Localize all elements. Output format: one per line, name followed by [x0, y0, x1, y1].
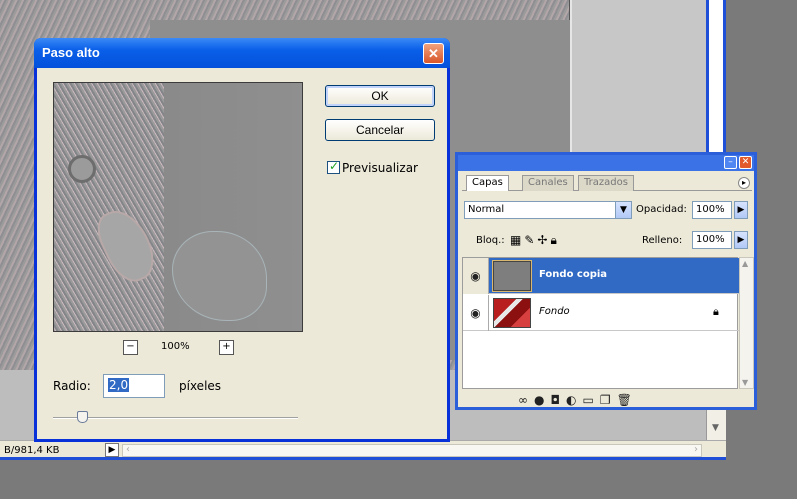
radius-slider-thumb[interactable] [77, 411, 89, 423]
dialog-title: Paso alto [42, 45, 100, 60]
fill-value: 100% [696, 234, 725, 245]
zoom-controls: − 100% + [53, 340, 303, 356]
radius-slider-track[interactable] [53, 417, 298, 419]
close-button[interactable]: ✕ [423, 43, 444, 64]
new-layer-icon[interactable]: ❐ [600, 393, 617, 407]
minimize-icon[interactable]: – [724, 156, 737, 169]
layers-panel: – ✕ Capas Canales Trazados ▸ Normal ▼ Op… [455, 152, 757, 410]
chevron-right-icon[interactable]: ▶ [734, 231, 748, 249]
chevron-right-icon[interactable]: ▶ [734, 201, 748, 219]
scroll-left-icon[interactable]: ‹ [126, 444, 130, 455]
move-icon[interactable]: ✢ [537, 233, 550, 247]
mask-icon[interactable]: ◘ [550, 393, 566, 407]
dialog-titlebar[interactable]: Paso alto ✕ [34, 38, 450, 68]
scroll-right-icon[interactable]: › [694, 444, 698, 455]
radius-value: 2,0 [108, 378, 130, 392]
brush-icon[interactable]: ✎ [524, 233, 537, 247]
panel-menu-icon[interactable]: ▸ [738, 177, 750, 189]
preview-checkbox[interactable]: Previsualizar [327, 159, 418, 175]
layer-thumbnail [493, 298, 531, 328]
scroll-up-icon[interactable]: ▲ [742, 259, 748, 268]
horizontal-scrollbar[interactable]: ‹ › [122, 444, 702, 457]
trash-icon[interactable]: 🗑︎ [617, 393, 638, 407]
document-vertical-scrollbar[interactable]: ▼ [706, 405, 726, 440]
checker-icon[interactable]: ▦ [510, 233, 524, 247]
zoom-in-icon[interactable]: + [219, 340, 234, 355]
lock-row: Bloq.: ▦✎✢🔒︎ Relleno: 100% ▶ [464, 231, 748, 253]
tab-capas[interactable]: Capas [466, 175, 509, 191]
radius-unit: píxeles [179, 379, 222, 393]
close-icon[interactable]: ✕ [739, 156, 752, 169]
adjustment-icon[interactable]: ◐ [566, 393, 582, 407]
layer-name: Fondo [539, 306, 570, 317]
link-icon[interactable]: ∞ [518, 393, 534, 407]
style-icon[interactable]: ● [534, 393, 550, 407]
preview-label: Previsualizar [342, 161, 418, 175]
chevron-down-icon[interactable]: ▼ [615, 202, 631, 218]
radius-input[interactable]: 2,0 [103, 374, 165, 398]
scroll-down-icon[interactable]: ▼ [742, 378, 748, 387]
scroll-down-icon[interactable]: ▼ [712, 423, 719, 433]
zoom-out-icon[interactable]: − [123, 340, 138, 355]
fill-input[interactable]: 100% [692, 231, 732, 249]
preview-texture [54, 83, 164, 331]
layers-scrollbar[interactable]: ▲ ▼ [739, 257, 754, 389]
zoom-level: 100% [161, 341, 190, 352]
tab-canales[interactable]: Canales [522, 175, 574, 191]
filter-preview[interactable] [53, 82, 303, 332]
tab-trazados[interactable]: Trazados [578, 175, 634, 191]
opacity-label: Opacidad: [636, 204, 687, 215]
doc-size-text: B/981,4 KB [4, 445, 60, 456]
cancel-button[interactable]: Cancelar [325, 119, 435, 141]
layers-list: ◉ Fondo copia ◉ Fondo 🔒︎ [462, 257, 739, 389]
blend-mode-value: Normal [468, 204, 505, 215]
ok-button[interactable]: OK [325, 85, 435, 107]
layers-titlebar[interactable]: – ✕ [458, 155, 754, 171]
layer-actions-bar: ∞●◘◐▭❐🗑︎ [518, 393, 638, 407]
lock-options: ▦✎✢🔒︎ [510, 233, 560, 248]
preview-eye-shape [68, 155, 96, 183]
status-menu-button[interactable]: ▶ [105, 443, 119, 457]
blend-mode-select[interactable]: Normal ▼ [464, 201, 632, 219]
lock-icon[interactable]: 🔒︎ [550, 233, 559, 247]
eye-icon[interactable]: ◉ [463, 295, 489, 331]
folder-icon[interactable]: ▭ [582, 393, 599, 407]
layer-thumbnail [492, 260, 532, 292]
lock-icon: 🔒︎ [713, 305, 719, 318]
close-icon: ✕ [428, 46, 439, 61]
fill-label: Relleno: [642, 235, 683, 246]
eye-icon[interactable]: ◉ [463, 258, 489, 294]
lock-label: Bloq.: [476, 235, 505, 246]
layer-name: Fondo copia [539, 269, 608, 280]
high-pass-dialog: Paso alto ✕ − 100% + Radio: 2,0 píxeles … [34, 38, 450, 442]
document-statusbar: B/981,4 KB ▶ ‹ › [0, 440, 726, 460]
layer-row-fondo-copia[interactable]: ◉ Fondo copia [463, 258, 739, 294]
layer-row-fondo[interactable]: ◉ Fondo 🔒︎ [463, 295, 739, 331]
radius-label: Radio: [53, 379, 91, 393]
opacity-value: 100% [696, 204, 725, 215]
opacity-input[interactable]: 100% [692, 201, 732, 219]
panel-tabs: Capas Canales Trazados [462, 175, 752, 191]
checkbox-icon[interactable] [327, 159, 340, 174]
